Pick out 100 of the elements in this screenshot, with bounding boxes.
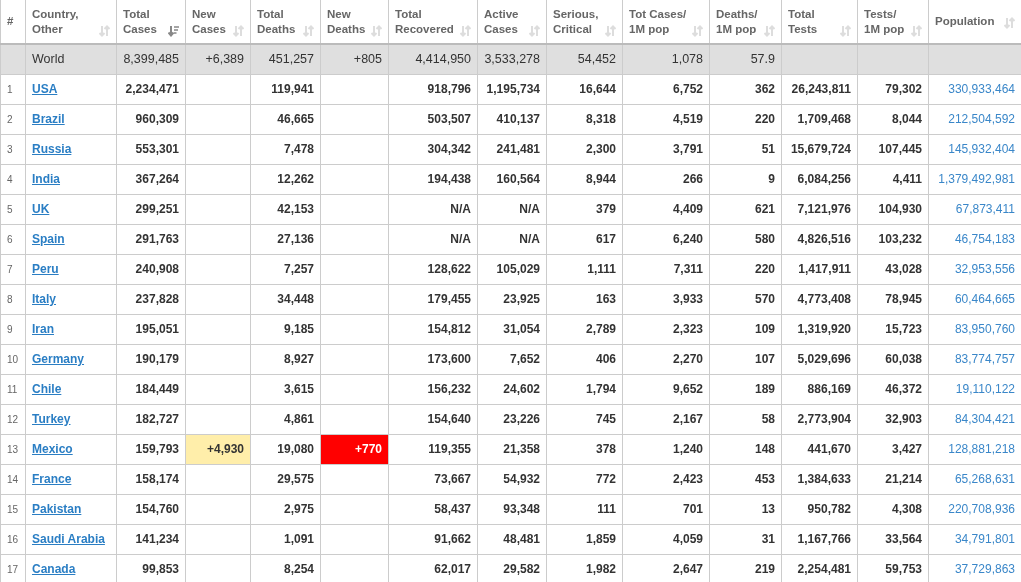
table-cell: 182,727 xyxy=(116,404,186,434)
table-cell: 7,311 xyxy=(622,254,710,284)
table-cell: 105,029 xyxy=(477,254,547,284)
table-cell: 27,136 xyxy=(250,224,321,254)
world-label: World xyxy=(32,51,65,66)
table-cell: 2,789 xyxy=(546,314,623,344)
table-cell: 8,944 xyxy=(546,164,623,194)
population-value: 1,379,492,981 xyxy=(938,172,1015,186)
table-cell: 241,481 xyxy=(477,134,547,164)
country-link[interactable]: Iran xyxy=(32,322,54,336)
population-value: 83,950,760 xyxy=(954,322,1015,336)
column-header[interactable]: Total Deaths xyxy=(257,6,296,37)
column-header[interactable]: Total Recovered xyxy=(395,6,454,37)
table-cell: 220 xyxy=(709,104,782,134)
table-cell: 107 xyxy=(709,344,782,374)
sort-icon[interactable] xyxy=(233,24,244,37)
new-deaths-cell: +770 xyxy=(320,434,389,464)
table-cell: 950,782 xyxy=(781,494,858,524)
column-header[interactable]: Deaths/ 1M pop xyxy=(716,6,758,37)
sort-icon[interactable] xyxy=(692,24,703,37)
table-cell: 148 xyxy=(709,434,782,464)
table-cell: 31 xyxy=(709,524,782,554)
column-header[interactable]: Population xyxy=(935,14,995,29)
column-header[interactable]: Total Cases xyxy=(123,6,157,37)
population-value: 37,729,863 xyxy=(954,562,1015,576)
table-cell: 8,044 xyxy=(857,104,929,134)
country-link[interactable]: Brazil xyxy=(32,112,65,126)
sort-icon[interactable] xyxy=(764,24,775,37)
country-link[interactable]: Turkey xyxy=(32,412,71,426)
country-link[interactable]: Spain xyxy=(32,232,65,246)
table-cell: 772 xyxy=(546,464,623,494)
table-cell: 154,640 xyxy=(388,404,478,434)
sort-icon[interactable] xyxy=(911,24,922,37)
table-cell: 3,615 xyxy=(250,374,321,404)
table-cell: 1,240 xyxy=(622,434,710,464)
table-cell: 886,169 xyxy=(781,374,858,404)
table-cell: 1,384,633 xyxy=(781,464,858,494)
table-cell: 4,411 xyxy=(857,164,929,194)
table-cell: 1,794 xyxy=(546,374,623,404)
country-link[interactable]: UK xyxy=(32,202,50,216)
table-cell: 58 xyxy=(709,404,782,434)
table-cell: 304,342 xyxy=(388,134,478,164)
sort-icon[interactable] xyxy=(1004,17,1015,29)
column-header[interactable]: Total Tests xyxy=(788,6,818,37)
table-cell: 1,195,734 xyxy=(477,74,547,104)
column-header[interactable]: Tests/ 1M pop xyxy=(864,6,905,37)
table-cell: 701 xyxy=(622,494,710,524)
column-header[interactable]: Tot Cases/ 1M pop xyxy=(629,6,687,37)
table-cell: 266 xyxy=(622,164,710,194)
table-cell: 42,153 xyxy=(250,194,321,224)
column-header[interactable]: Active Cases xyxy=(484,6,519,37)
sort-icon[interactable] xyxy=(460,24,471,37)
population-value: 34,791,801 xyxy=(954,532,1015,546)
table-cell: 4,773,408 xyxy=(781,284,858,314)
rank-number: 7 xyxy=(7,264,13,275)
table-cell: 2,167 xyxy=(622,404,710,434)
table-cell: 1,417,911 xyxy=(781,254,858,284)
table-cell: 43,028 xyxy=(857,254,929,284)
sort-icon[interactable] xyxy=(605,24,616,37)
column-header[interactable]: New Cases xyxy=(192,6,226,37)
table-cell: 451,257 xyxy=(268,51,314,66)
sort-icon[interactable] xyxy=(529,24,540,37)
column-header[interactable]: Serious, Critical xyxy=(553,6,599,37)
table-cell: N/A xyxy=(477,194,547,224)
table-cell: 13 xyxy=(709,494,782,524)
table-cell: 54,452 xyxy=(577,51,616,66)
column-header[interactable]: Country, Other xyxy=(32,6,79,37)
country-link[interactable]: Italy xyxy=(32,292,56,306)
table-cell: 31,054 xyxy=(477,314,547,344)
country-link[interactable]: Chile xyxy=(32,382,62,396)
table-cell: 128,622 xyxy=(388,254,478,284)
population-value: 32,953,556 xyxy=(954,262,1015,276)
table-cell: 4,519 xyxy=(622,104,710,134)
table-cell: 160,564 xyxy=(477,164,547,194)
table-cell: 3,791 xyxy=(622,134,710,164)
table-cell: 7,478 xyxy=(250,134,321,164)
table-cell: 553,301 xyxy=(116,134,186,164)
table-cell: 2,234,471 xyxy=(116,74,186,104)
sort-icon[interactable] xyxy=(303,24,314,37)
table-cell: 15,679,724 xyxy=(781,134,858,164)
country-link[interactable]: India xyxy=(32,172,60,186)
sort-icon[interactable] xyxy=(840,24,851,37)
column-header[interactable]: New Deaths xyxy=(327,6,366,37)
table-cell: 32,903 xyxy=(857,404,929,434)
rank-number: 11 xyxy=(7,384,18,395)
sort-icon[interactable] xyxy=(99,24,110,37)
sort-icon[interactable] xyxy=(371,24,382,37)
table-cell: 58,437 xyxy=(388,494,478,524)
country-link[interactable]: USA xyxy=(32,82,58,96)
table-cell: 4,826,516 xyxy=(781,224,858,254)
new-cases-cell: +4,930 xyxy=(185,434,251,464)
table-cell: 73,667 xyxy=(388,464,478,494)
table-cell: 103,232 xyxy=(857,224,929,254)
sort-descending-icon[interactable] xyxy=(168,24,179,37)
country-link[interactable]: Peru xyxy=(32,262,59,276)
table-cell: 1,111 xyxy=(546,254,623,284)
table-cell: 9 xyxy=(709,164,782,194)
table-cell: 2,300 xyxy=(546,134,623,164)
table-cell: 6,084,256 xyxy=(781,164,858,194)
table-cell: 4,861 xyxy=(250,404,321,434)
